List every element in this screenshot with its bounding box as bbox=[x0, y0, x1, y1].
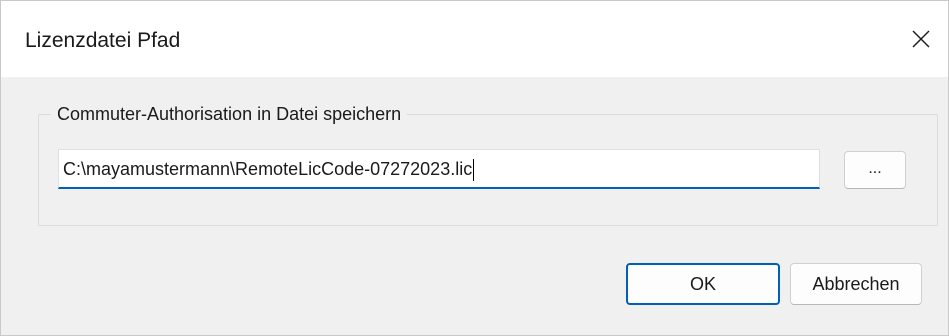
ok-button[interactable]: OK bbox=[626, 263, 780, 305]
cancel-button[interactable]: Abbrechen bbox=[790, 263, 922, 305]
close-icon bbox=[912, 30, 930, 48]
file-path-input[interactable]: C:\mayamustermann\RemoteLicCode-07272023… bbox=[58, 149, 820, 189]
close-button[interactable] bbox=[892, 15, 948, 63]
license-path-dialog: Lizenzdatei Pfad Commuter-Authorisation … bbox=[0, 0, 949, 336]
title-bar: Lizenzdatei Pfad bbox=[1, 1, 948, 77]
dialog-title: Lizenzdatei Pfad bbox=[25, 29, 181, 52]
browse-button[interactable]: ... bbox=[844, 151, 906, 189]
group-legend: Commuter-Authorisation in Datei speicher… bbox=[51, 103, 408, 125]
file-path-value: C:\mayamustermann\RemoteLicCode-07272023… bbox=[63, 159, 473, 179]
text-caret bbox=[473, 159, 475, 182]
